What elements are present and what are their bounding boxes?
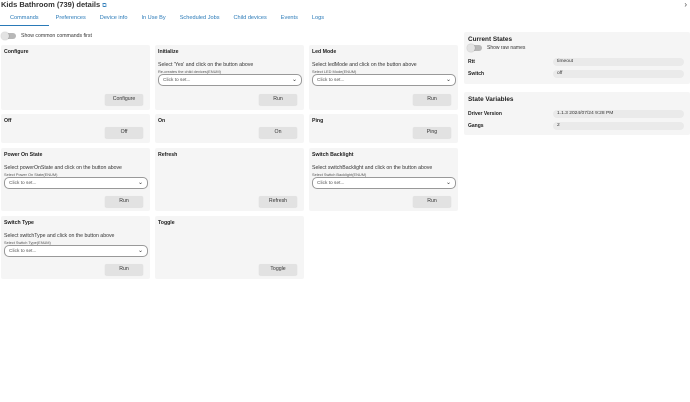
state-value-rtt: timeout: [553, 58, 684, 66]
tab-preferences[interactable]: Preferences: [49, 13, 93, 26]
power-on-state-run-button[interactable]: Run: [105, 196, 143, 207]
ping-button[interactable]: Ping: [413, 127, 451, 138]
command-description: Select 'Yes' and click on the button abo…: [158, 62, 254, 68]
command-title: Initialize: [158, 49, 179, 55]
variable-key-gangs: Gangs: [468, 123, 484, 129]
command-title: Configure: [4, 49, 29, 55]
tab-commands[interactable]: Commands: [0, 13, 49, 26]
chevron-down-icon: ⌄: [137, 248, 143, 254]
command-description: Select powerOnState and click on the but…: [4, 165, 122, 171]
configure-button[interactable]: Configure: [105, 94, 143, 105]
command-card-toggle: Toggle Toggle: [155, 216, 304, 279]
command-description: Select switchType and click on the butto…: [4, 233, 115, 239]
command-card-off: Off Off: [1, 114, 150, 143]
command-title: Power On State: [4, 152, 43, 158]
chevron-down-icon: ⌄: [445, 77, 451, 83]
select-placeholder: Click to set...: [317, 180, 345, 186]
command-title: Ping: [312, 118, 324, 124]
command-card-power-on-state: Power On State Select powerOnState and c…: [1, 148, 150, 211]
led-mode-select[interactable]: Click to set... ⌄: [312, 74, 456, 86]
select-placeholder: Click to set...: [9, 248, 37, 254]
external-link-icon[interactable]: ⧉: [102, 3, 106, 9]
tab-scheduled-jobs[interactable]: Scheduled Jobs: [173, 13, 227, 26]
command-title: Switch Backlight: [312, 152, 354, 158]
command-title: On: [158, 118, 166, 124]
off-button[interactable]: Off: [105, 127, 143, 138]
command-card-refresh: Refresh Refresh: [155, 148, 304, 211]
select-placeholder: Click to set...: [317, 77, 345, 83]
command-title: Toggle: [158, 220, 175, 226]
show-common-commands-label: Show common commands first: [21, 33, 92, 39]
select-placeholder: Click to set...: [9, 180, 37, 186]
show-raw-names-label: Show raw names: [487, 45, 526, 51]
state-variables-title: State Variables: [468, 96, 514, 103]
page-title: Kids Bathroom (739) details ⧉: [1, 0, 107, 10]
command-card-initialize: Initialize Select 'Yes' and click on the…: [155, 45, 304, 110]
chevron-down-icon: ⌄: [137, 180, 143, 186]
variable-key-driver-version: Driver Version: [468, 111, 502, 117]
command-card-ping: Ping Ping: [309, 114, 458, 143]
chevron-down-icon: ⌄: [445, 180, 451, 186]
tab-child-devices[interactable]: Child devices: [227, 13, 274, 26]
tab-events[interactable]: Events: [274, 13, 305, 26]
switch-backlight-run-button[interactable]: Run: [413, 196, 451, 207]
command-card-switch-type: Switch Type Select switchType and click …: [1, 216, 150, 279]
show-common-commands-toggle-row: Show common commands first: [1, 32, 92, 40]
initialize-run-button[interactable]: Run: [259, 94, 297, 105]
tab-logs[interactable]: Logs: [305, 13, 331, 26]
command-description: Select switchBacklight and click on the …: [312, 165, 433, 171]
show-common-commands-toggle[interactable]: [1, 32, 16, 40]
command-card-configure: Configure Configure: [1, 45, 150, 110]
switch-type-select[interactable]: Click to set... ⌄: [4, 245, 148, 257]
command-title: Switch Type: [4, 220, 34, 226]
state-variables-panel: State Variables Driver Version 1.1.3 202…: [464, 92, 690, 135]
initialize-select[interactable]: Click to set... ⌄: [158, 74, 302, 86]
chevron-right-icon[interactable]: ›: [684, 0, 687, 9]
power-on-state-select[interactable]: Click to set... ⌄: [4, 177, 148, 189]
led-mode-run-button[interactable]: Run: [413, 94, 451, 105]
variable-value-gangs: 2: [553, 122, 684, 130]
select-placeholder: Click to set...: [163, 77, 191, 83]
show-raw-names-row: Show raw names: [467, 44, 526, 52]
current-states-title: Current States: [468, 36, 513, 43]
variable-value-driver-version: 1.1.3 2024/07/24 9:28 PM: [553, 110, 684, 118]
refresh-button[interactable]: Refresh: [259, 196, 297, 207]
command-title: Refresh: [158, 152, 178, 158]
show-raw-names-toggle[interactable]: [467, 44, 482, 52]
on-button[interactable]: On: [259, 127, 297, 138]
command-description: Select ledMode and click on the button a…: [312, 62, 417, 68]
command-card-led-mode: Led Mode Select ledMode and click on the…: [309, 45, 458, 110]
current-states-panel: Current States Show raw names Rtt timeou…: [464, 32, 690, 84]
switch-type-run-button[interactable]: Run: [105, 264, 143, 275]
command-card-on: On On: [155, 114, 304, 143]
tab-device-info[interactable]: Device info: [93, 13, 135, 26]
state-key-switch: Switch: [468, 71, 485, 77]
tab-bar: Commands Preferences Device info In Use …: [0, 13, 470, 26]
state-value-switch: off: [553, 70, 684, 78]
command-card-switch-backlight: Switch Backlight Select switchBacklight …: [309, 148, 458, 211]
tab-in-use-by[interactable]: In Use By: [134, 13, 172, 26]
device-title: Kids Bathroom (739) details: [1, 0, 101, 9]
page-header: Kids Bathroom (739) details ⧉ ›: [0, 0, 690, 11]
toggle-button[interactable]: Toggle: [259, 264, 297, 275]
state-key-rtt: Rtt: [468, 59, 475, 65]
command-title: Off: [4, 118, 12, 124]
command-title: Led Mode: [312, 49, 337, 55]
switch-backlight-select[interactable]: Click to set... ⌄: [312, 177, 456, 189]
chevron-down-icon: ⌄: [291, 77, 297, 83]
